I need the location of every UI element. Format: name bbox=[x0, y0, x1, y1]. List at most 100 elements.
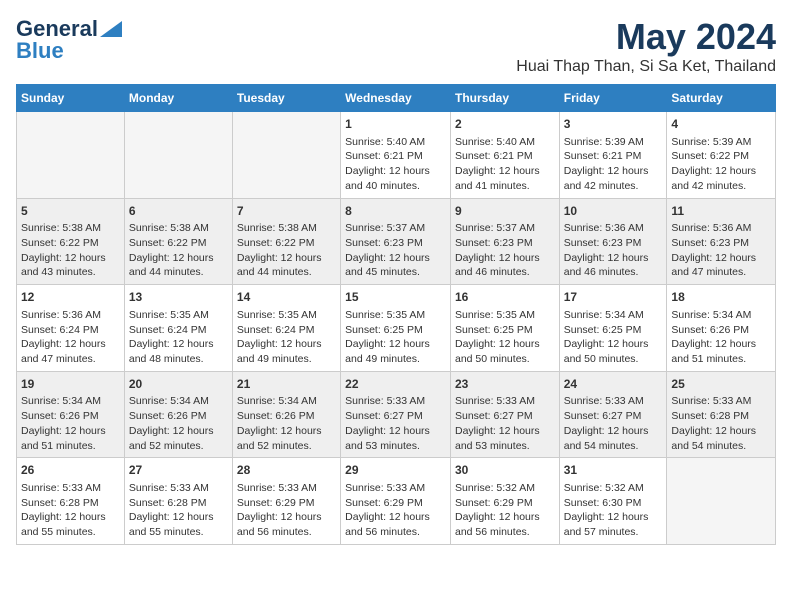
day-number: 3 bbox=[564, 116, 663, 133]
day-number: 9 bbox=[455, 203, 555, 220]
calendar-cell: 20 Sunrise: 5:34 AMSunset: 6:26 PMDayligh… bbox=[124, 371, 232, 458]
calendar-cell: 25 Sunrise: 5:33 AMSunset: 6:28 PMDayligh… bbox=[667, 371, 776, 458]
day-number: 21 bbox=[237, 376, 336, 393]
header-friday: Friday bbox=[559, 85, 667, 112]
day-info: Sunrise: 5:36 AMSunset: 6:23 PMDaylight:… bbox=[671, 222, 756, 278]
day-info: Sunrise: 5:39 AMSunset: 6:22 PMDaylight:… bbox=[671, 136, 756, 192]
calendar-cell: 3 Sunrise: 5:39 AMSunset: 6:21 PMDaylight… bbox=[559, 112, 667, 199]
day-info: Sunrise: 5:33 AMSunset: 6:28 PMDaylight:… bbox=[129, 482, 214, 538]
day-number: 23 bbox=[455, 376, 555, 393]
day-info: Sunrise: 5:33 AMSunset: 6:29 PMDaylight:… bbox=[237, 482, 322, 538]
day-number: 12 bbox=[21, 289, 120, 306]
day-number: 28 bbox=[237, 462, 336, 479]
calendar-cell: 30 Sunrise: 5:32 AMSunset: 6:29 PMDayligh… bbox=[450, 458, 559, 545]
week-row-1: 1 Sunrise: 5:40 AMSunset: 6:21 PMDaylight… bbox=[17, 112, 776, 199]
calendar-table: SundayMondayTuesdayWednesdayThursdayFrid… bbox=[16, 84, 776, 545]
day-number: 11 bbox=[671, 203, 771, 220]
header-wednesday: Wednesday bbox=[341, 85, 451, 112]
calendar-cell: 18 Sunrise: 5:34 AMSunset: 6:26 PMDayligh… bbox=[667, 285, 776, 372]
day-number: 22 bbox=[345, 376, 446, 393]
calendar-cell: 15 Sunrise: 5:35 AMSunset: 6:25 PMDayligh… bbox=[341, 285, 451, 372]
day-number: 8 bbox=[345, 203, 446, 220]
day-info: Sunrise: 5:35 AMSunset: 6:25 PMDaylight:… bbox=[345, 309, 430, 365]
calendar-cell bbox=[232, 112, 340, 199]
day-number: 4 bbox=[671, 116, 771, 133]
calendar-cell: 16Sunrise: 5:35 AMSunset: 6:25 PMDayligh… bbox=[450, 285, 559, 372]
calendar-cell: 27 Sunrise: 5:33 AMSunset: 6:28 PMDayligh… bbox=[124, 458, 232, 545]
calendar-cell: 17Sunrise: 5:34 AMSunset: 6:25 PMDayligh… bbox=[559, 285, 667, 372]
calendar-cell: 8 Sunrise: 5:37 AMSunset: 6:23 PMDaylight… bbox=[341, 198, 451, 285]
day-number: 2 bbox=[455, 116, 555, 133]
calendar-cell: 9 Sunrise: 5:37 AMSunset: 6:23 PMDaylight… bbox=[450, 198, 559, 285]
day-number: 13 bbox=[129, 289, 228, 306]
day-number: 27 bbox=[129, 462, 228, 479]
day-info: Sunrise: 5:33 AMSunset: 6:27 PMDaylight:… bbox=[345, 395, 430, 451]
day-number: 25 bbox=[671, 376, 771, 393]
day-info: Sunrise: 5:34 AMSunset: 6:26 PMDaylight:… bbox=[129, 395, 214, 451]
day-info: Sunrise: 5:40 AMSunset: 6:21 PMDaylight:… bbox=[455, 136, 540, 192]
day-info: Sunrise: 5:38 AMSunset: 6:22 PMDaylight:… bbox=[21, 222, 106, 278]
day-info: Sunrise: 5:35 AMSunset: 6:24 PMDaylight:… bbox=[129, 309, 214, 365]
calendar-cell: 6 Sunrise: 5:38 AMSunset: 6:22 PMDaylight… bbox=[124, 198, 232, 285]
calendar-cell bbox=[17, 112, 125, 199]
header-tuesday: Tuesday bbox=[232, 85, 340, 112]
header-saturday: Saturday bbox=[667, 85, 776, 112]
header-thursday: Thursday bbox=[450, 85, 559, 112]
day-number: 29 bbox=[345, 462, 446, 479]
day-info: Sunrise: 5:33 AMSunset: 6:27 PMDaylight:… bbox=[564, 395, 649, 451]
calendar-cell: 22 Sunrise: 5:33 AMSunset: 6:27 PMDayligh… bbox=[341, 371, 451, 458]
calendar-cell: 5 Sunrise: 5:38 AMSunset: 6:22 PMDaylight… bbox=[17, 198, 125, 285]
day-number: 24 bbox=[564, 376, 663, 393]
calendar-cell: 23Sunrise: 5:33 AMSunset: 6:27 PMDayligh… bbox=[450, 371, 559, 458]
calendar-cell: 24 Sunrise: 5:33 AMSunset: 6:27 PMDayligh… bbox=[559, 371, 667, 458]
day-info: Sunrise: 5:32 AMSunset: 6:30 PMDaylight:… bbox=[564, 482, 649, 538]
day-number: 5 bbox=[21, 203, 120, 220]
day-number: 1 bbox=[345, 116, 446, 133]
calendar-cell: 10Sunrise: 5:36 AMSunset: 6:23 PMDayligh… bbox=[559, 198, 667, 285]
day-number: 16 bbox=[455, 289, 555, 306]
day-number: 20 bbox=[129, 376, 228, 393]
week-row-4: 19 Sunrise: 5:34 AMSunset: 6:26 PMDayligh… bbox=[17, 371, 776, 458]
calendar-cell bbox=[124, 112, 232, 199]
calendar-cell: 31Sunrise: 5:32 AMSunset: 6:30 PMDayligh… bbox=[559, 458, 667, 545]
day-info: Sunrise: 5:38 AMSunset: 6:22 PMDaylight:… bbox=[129, 222, 214, 278]
day-info: Sunrise: 5:34 AMSunset: 6:26 PMDaylight:… bbox=[671, 309, 756, 365]
day-number: 26 bbox=[21, 462, 120, 479]
calendar-cell: 12Sunrise: 5:36 AMSunset: 6:24 PMDayligh… bbox=[17, 285, 125, 372]
logo-text-blue: Blue bbox=[16, 38, 64, 64]
day-info: Sunrise: 5:37 AMSunset: 6:23 PMDaylight:… bbox=[345, 222, 430, 278]
day-info: Sunrise: 5:34 AMSunset: 6:26 PMDaylight:… bbox=[21, 395, 106, 451]
day-info: Sunrise: 5:35 AMSunset: 6:24 PMDaylight:… bbox=[237, 309, 322, 365]
day-number: 17 bbox=[564, 289, 663, 306]
calendar-cell: 11 Sunrise: 5:36 AMSunset: 6:23 PMDayligh… bbox=[667, 198, 776, 285]
header-row: SundayMondayTuesdayWednesdayThursdayFrid… bbox=[17, 85, 776, 112]
calendar-cell bbox=[667, 458, 776, 545]
calendar-cell: 21 Sunrise: 5:34 AMSunset: 6:26 PMDayligh… bbox=[232, 371, 340, 458]
day-number: 6 bbox=[129, 203, 228, 220]
header-sunday: Sunday bbox=[17, 85, 125, 112]
day-number: 10 bbox=[564, 203, 663, 220]
calendar-cell: 13 Sunrise: 5:35 AMSunset: 6:24 PMDayligh… bbox=[124, 285, 232, 372]
day-info: Sunrise: 5:33 AMSunset: 6:28 PMDaylight:… bbox=[671, 395, 756, 451]
logo-icon bbox=[100, 21, 122, 37]
day-info: Sunrise: 5:37 AMSunset: 6:23 PMDaylight:… bbox=[455, 222, 540, 278]
week-row-2: 5 Sunrise: 5:38 AMSunset: 6:22 PMDaylight… bbox=[17, 198, 776, 285]
header-monday: Monday bbox=[124, 85, 232, 112]
day-info: Sunrise: 5:40 AMSunset: 6:21 PMDaylight:… bbox=[345, 136, 430, 192]
calendar-cell: 14Sunrise: 5:35 AMSunset: 6:24 PMDayligh… bbox=[232, 285, 340, 372]
day-info: Sunrise: 5:32 AMSunset: 6:29 PMDaylight:… bbox=[455, 482, 540, 538]
day-info: Sunrise: 5:39 AMSunset: 6:21 PMDaylight:… bbox=[564, 136, 649, 192]
calendar-cell: 4 Sunrise: 5:39 AMSunset: 6:22 PMDaylight… bbox=[667, 112, 776, 199]
logo: General Blue bbox=[16, 16, 122, 64]
day-number: 19 bbox=[21, 376, 120, 393]
calendar-cell: 1 Sunrise: 5:40 AMSunset: 6:21 PMDaylight… bbox=[341, 112, 451, 199]
calendar-cell: 7Sunrise: 5:38 AMSunset: 6:22 PMDaylight… bbox=[232, 198, 340, 285]
day-number: 18 bbox=[671, 289, 771, 306]
day-info: Sunrise: 5:34 AMSunset: 6:26 PMDaylight:… bbox=[237, 395, 322, 451]
day-info: Sunrise: 5:33 AMSunset: 6:28 PMDaylight:… bbox=[21, 482, 106, 538]
calendar-cell: 29Sunrise: 5:33 AMSunset: 6:29 PMDayligh… bbox=[341, 458, 451, 545]
title-section: May 2024 Huai Thap Than, Si Sa Ket, Thai… bbox=[516, 16, 776, 76]
day-number: 30 bbox=[455, 462, 555, 479]
day-number: 15 bbox=[345, 289, 446, 306]
day-number: 7 bbox=[237, 203, 336, 220]
